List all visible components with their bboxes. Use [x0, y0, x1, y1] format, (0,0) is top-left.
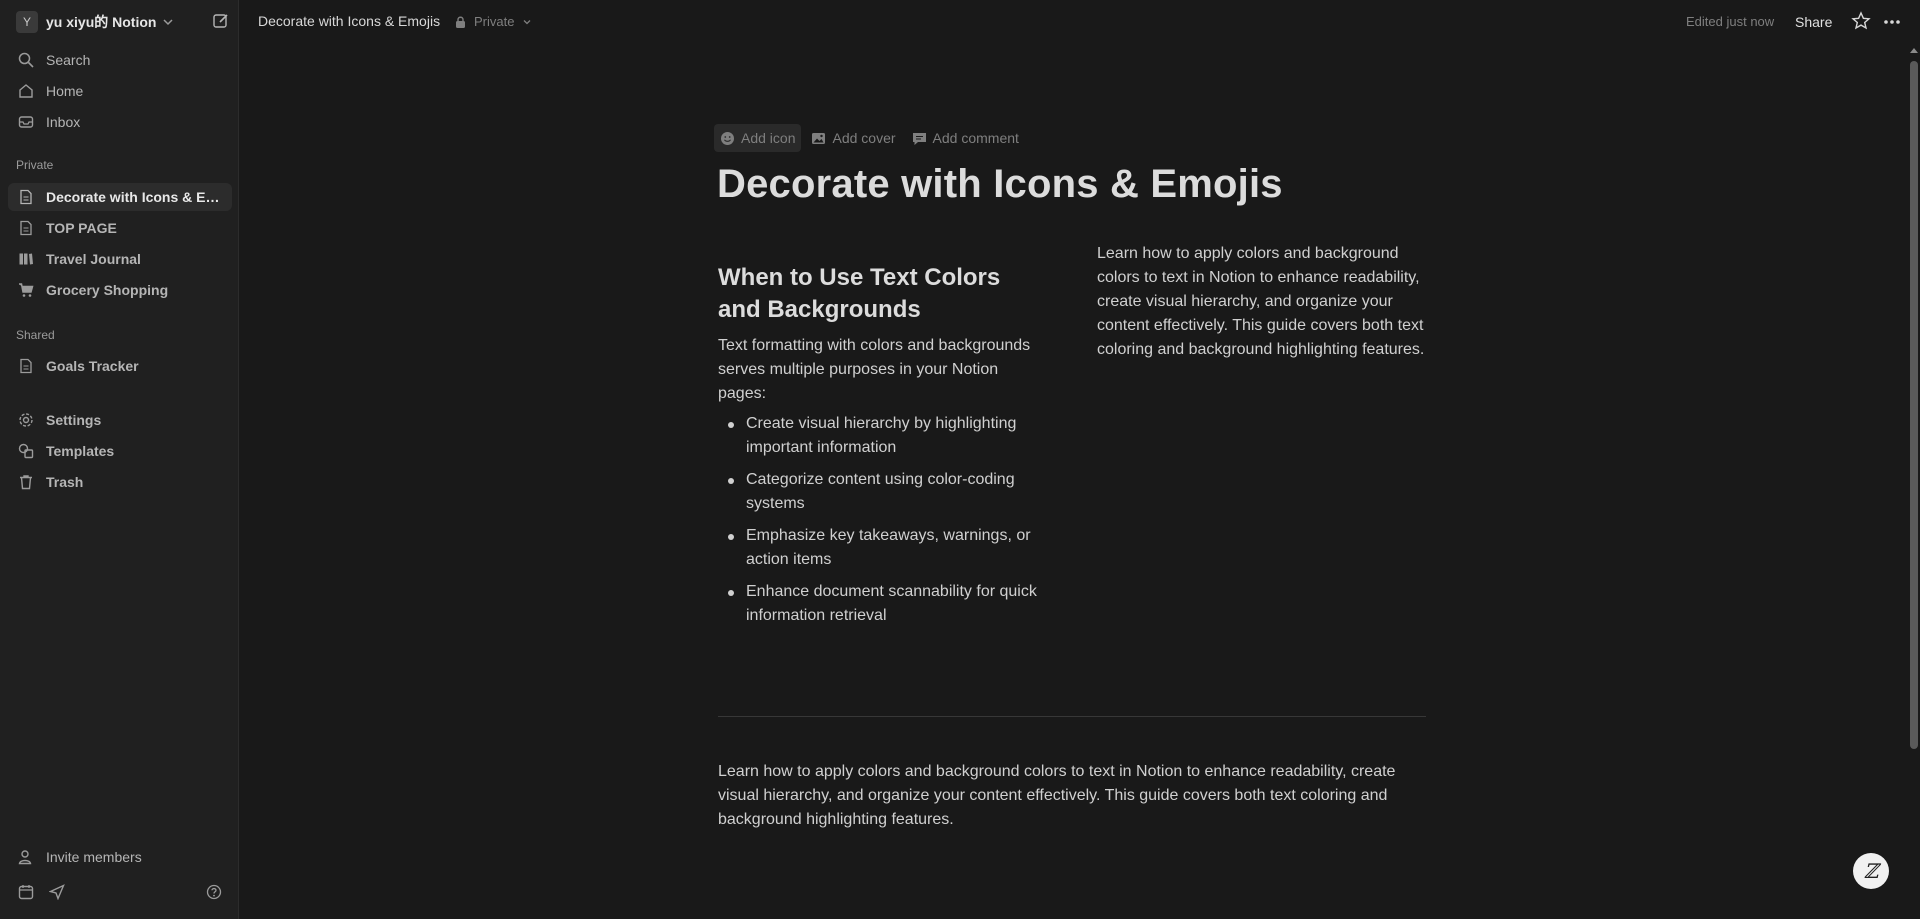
page-icon — [16, 218, 36, 238]
sidebar-item-top-page[interactable]: TOP PAGE — [8, 214, 232, 242]
cart-icon — [16, 280, 36, 300]
sidebar-item-templates[interactable]: Templates — [8, 437, 232, 465]
breadcrumb[interactable]: Decorate with Icons & Emojis — [258, 13, 440, 29]
privacy-label: Private — [474, 14, 515, 29]
sidebar-item-label: Goals Tracker — [46, 358, 139, 374]
sidebar-item-goals-tracker[interactable]: Goals Tracker — [8, 352, 232, 380]
add-cover-button[interactable]: Add cover — [805, 124, 901, 152]
sidebar-item-decorate[interactable]: Decorate with Icons & Emojis — [8, 183, 232, 211]
calendar-icon[interactable] — [18, 884, 34, 900]
list-item-text: Enhance document scannability for quick … — [746, 583, 1037, 624]
workspace-switcher[interactable]: Y yu xiyu的 Notion — [8, 10, 230, 34]
workspace-name: yu xiyu的 Notion — [46, 14, 157, 30]
sidebar-item-label: TOP PAGE — [46, 220, 117, 236]
search-icon — [16, 50, 36, 70]
send-icon[interactable] — [49, 884, 65, 900]
image-icon — [811, 131, 832, 146]
lock-icon — [455, 16, 466, 28]
sidebar-item-label: Grocery Shopping — [46, 282, 169, 298]
help-icon[interactable] — [206, 884, 222, 900]
share-button[interactable]: Share — [1795, 14, 1832, 30]
emoji-icon — [720, 131, 741, 146]
favorite-star-icon[interactable] — [1851, 11, 1871, 31]
scrollbar-thumb[interactable] — [1910, 61, 1918, 749]
list-item-text: Emphasize key takeaways, warnings, or ac… — [746, 527, 1031, 568]
bullet-list: Create visual hierarchy by highlighting … — [718, 412, 1048, 628]
add-comment-label: Add comment — [932, 130, 1019, 146]
more-options-icon[interactable] — [1882, 12, 1902, 32]
sidebar-item-trash[interactable]: Trash — [8, 468, 232, 496]
sidebar-item-label: Travel Journal — [46, 251, 141, 267]
chevron-down-icon — [162, 16, 174, 28]
list-item[interactable]: Create visual hierarchy by highlighting … — [718, 412, 1048, 460]
gear-icon — [16, 410, 36, 430]
bullet-dot — [728, 534, 734, 540]
comment-icon — [912, 131, 933, 146]
add-comment-button[interactable]: Add comment — [906, 124, 1025, 152]
add-icon-button[interactable]: Add icon — [714, 124, 802, 152]
sidebar-item-inbox[interactable]: Inbox — [8, 108, 232, 136]
bullet-dot — [728, 422, 734, 428]
sidebar: Y yu xiyu的 Notion Search Home Inbox Priv… — [0, 0, 239, 919]
sidebar-item-label: Search — [46, 52, 91, 68]
sidebar-item-label: Invite members — [46, 849, 142, 865]
page-actions: Add icon Add cover Add comment — [714, 124, 1029, 152]
sidebar-item-label: Templates — [46, 443, 115, 459]
page-title[interactable]: Decorate with Icons & Emojis — [717, 162, 1283, 207]
bullet-dot — [728, 590, 734, 596]
sidebar-item-grocery[interactable]: Grocery Shopping — [8, 276, 232, 304]
add-person-icon — [16, 847, 36, 867]
section-heading[interactable]: When to Use Text Colors and Backgrounds — [718, 262, 1048, 326]
list-item[interactable]: Enhance document scannability for quick … — [718, 580, 1048, 628]
bullet-dot — [728, 478, 734, 484]
book-icon — [16, 249, 36, 269]
topbar: Decorate with Icons & Emojis Private Edi… — [239, 0, 1920, 44]
list-item-text: Categorize content using color-coding sy… — [746, 471, 1015, 512]
list-item-text: Create visual hierarchy by highlighting … — [746, 415, 1017, 456]
sidebar-item-label: Trash — [46, 474, 84, 490]
privacy-dropdown[interactable]: Private — [451, 14, 536, 29]
sidebar-item-label: Decorate with Icons & Emojis — [46, 189, 222, 205]
divider — [718, 716, 1426, 717]
templates-icon — [16, 441, 36, 461]
sidebar-footer — [16, 884, 224, 906]
notion-ai-glyph: ℤ — [1863, 859, 1879, 883]
add-icon-label: Add icon — [741, 130, 796, 146]
section-label-shared: Shared — [16, 328, 55, 342]
list-item[interactable]: Categorize content using color-coding sy… — [718, 468, 1048, 516]
sidebar-item-travel-journal[interactable]: Travel Journal — [8, 245, 232, 273]
trash-icon — [16, 472, 36, 492]
intro-paragraph[interactable]: Text formatting with colors and backgrou… — [718, 334, 1048, 406]
sidebar-item-search[interactable]: Search — [8, 46, 232, 74]
edited-status: Edited just now — [1686, 14, 1775, 29]
workspace-avatar: Y — [16, 11, 38, 33]
page-icon — [16, 187, 36, 207]
column-right-paragraph[interactable]: Learn how to apply colors and background… — [1097, 242, 1437, 362]
sidebar-item-home[interactable]: Home — [8, 77, 232, 105]
invite-members-button[interactable]: Invite members — [8, 843, 232, 871]
sidebar-item-settings[interactable]: Settings — [8, 406, 232, 434]
section-label-private: Private — [16, 158, 54, 172]
new-page-icon[interactable] — [212, 12, 230, 30]
chevron-down-icon — [522, 17, 532, 27]
page-icon — [16, 356, 36, 376]
list-item[interactable]: Emphasize key takeaways, warnings, or ac… — [718, 524, 1048, 572]
inbox-icon — [16, 112, 36, 132]
notion-ai-button[interactable]: ℤ — [1853, 853, 1889, 889]
sidebar-item-label: Inbox — [46, 114, 81, 130]
bottom-paragraph[interactable]: Learn how to apply colors and background… — [718, 760, 1426, 832]
scroll-up-arrow-icon[interactable] — [1910, 47, 1918, 53]
column-left: When to Use Text Colors and Backgrounds … — [718, 262, 1048, 636]
sidebar-item-label: Settings — [46, 412, 102, 428]
add-cover-label: Add cover — [832, 130, 896, 146]
sidebar-item-label: Home — [46, 83, 84, 99]
home-icon — [16, 81, 36, 101]
